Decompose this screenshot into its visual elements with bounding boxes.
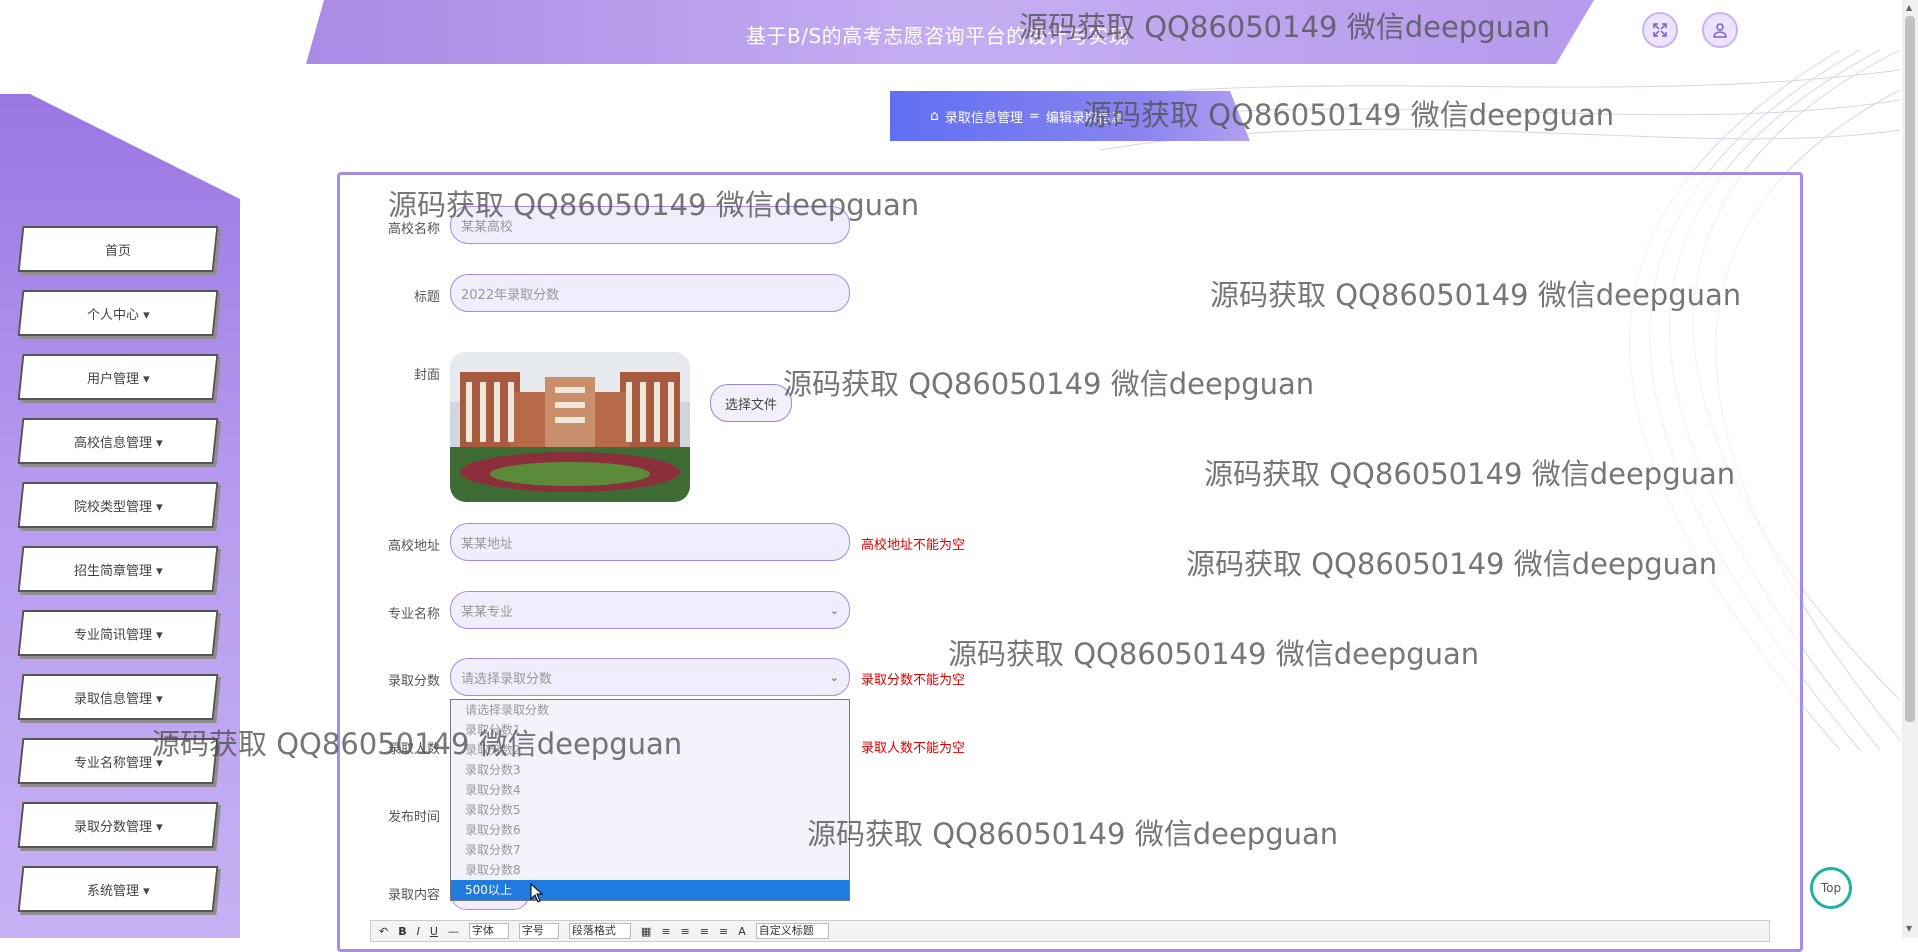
sidebar-item-home[interactable]: 首页 [17,226,219,272]
mouse-cursor-icon [530,883,544,903]
dropdown-option[interactable]: 请选择录取分数 [451,700,849,720]
back-to-top-button[interactable]: Top [1810,867,1852,909]
choose-file-button[interactable]: 选择文件 [710,384,792,422]
custom-title-select[interactable]: 自定义标题 [755,923,829,939]
bold-icon[interactable]: B [398,925,406,938]
sidebar-item-label: 高校信息管理 ▾ [73,435,163,451]
score-select[interactable]: 请选择录取分数 ⌄ [450,658,850,696]
underline-icon[interactable]: U [430,925,438,938]
title-label: 标题 [413,290,440,305]
dropdown-option[interactable]: 录取分数5 [451,800,849,820]
count-error: 录取人数不能为空 [861,741,966,756]
table-icon[interactable]: ▦ [641,925,651,938]
sidebar-item-admission-brochure[interactable]: 招生简章管理 ▾ [17,546,219,592]
sidebar-item-school-info[interactable]: 高校信息管理 ▾ [17,418,219,464]
sidebar-item-label: 个人中心 ▾ [86,307,150,323]
watermark: 源码获取 QQ86050149 微信deepguan [1204,457,1736,491]
align-left-icon[interactable]: ≡ [661,925,670,938]
dropdown-option[interactable]: 录取分数4 [451,780,849,800]
sidebar-item-label: 录取分数管理 ▾ [73,819,163,835]
scroll-down-icon[interactable]: ▼ [1906,924,1912,933]
score-placeholder: 请选择录取分数 [461,671,553,687]
major-select[interactable]: 某某专业 ⌄ [450,591,850,629]
dropdown-option[interactable]: 录取分数8 [451,860,849,880]
undo-icon[interactable]: ↶ [379,925,388,938]
cover-label: 封面 [413,368,440,383]
breadcrumb-separator: = [1028,108,1040,124]
scroll-thumb[interactable] [1905,16,1915,722]
breadcrumb-parent[interactable]: 录取信息管理 [945,107,1023,126]
address-label: 高校地址 [387,539,440,554]
watermark: 源码获取 QQ86050149 微信deepguan [1019,10,1551,44]
watermark: 源码获取 QQ86050149 微信deepguan [151,727,683,761]
sidebar-item-label: 专业名称管理 ▾ [73,755,163,771]
hr-icon[interactable]: — [448,925,459,938]
major-value: 某某专业 [461,604,514,620]
user-icon [1713,23,1727,38]
sidebar-item-label: 首页 [104,243,131,259]
dropdown-option-selected[interactable]: 500以上 [451,880,849,900]
justify-icon[interactable]: ≡ [719,925,728,938]
publish-time-label: 发布时间 [387,810,440,825]
content-label: 录取内容 [387,888,440,903]
expand-icon [1653,23,1667,37]
sidebar-item-label: 用户管理 ▾ [86,371,150,387]
sidebar-item-label: 招生简章管理 ▾ [73,563,163,579]
watermark: 源码获取 QQ86050149 微信deepguan [807,817,1339,851]
sidebar-item-admission-info[interactable]: 录取信息管理 ▾ [17,674,219,720]
editor-toolbar: ↶ B I U — 字体 字号 段落格式 ▦ ≡ ≡ ≡ ≡ A 自定义标题 [370,920,1770,942]
title-value: 2022年录取分数 [461,287,560,303]
sidebar-item-major-news[interactable]: 专业简讯管理 ▾ [17,610,219,656]
fullscreen-button[interactable] [1642,12,1678,48]
home-icon[interactable]: ⌂ [930,108,939,124]
align-right-icon[interactable]: ≡ [700,925,709,938]
sidebar-item-admission-score[interactable]: 录取分数管理 ▾ [17,802,219,848]
sidebar-item-label: 录取信息管理 ▾ [73,691,163,707]
dropdown-option[interactable]: 录取分数7 [451,840,849,860]
sidebar-item-system[interactable]: 系统管理 ▾ [17,866,219,912]
watermark: 源码获取 QQ86050149 微信deepguan [783,367,1315,401]
cover-image [450,352,690,502]
sidebar-item-label: 专业简讯管理 ▾ [73,627,163,643]
address-value: 某某地址 [461,536,514,552]
address-input[interactable]: 某某地址 [450,523,850,561]
chevron-down-icon: ⌄ [829,603,839,617]
address-error: 高校地址不能为空 [861,538,966,553]
font-size-select[interactable]: 字号 [518,923,559,939]
scroll-up-icon[interactable]: ▲ [1906,3,1912,12]
italic-icon[interactable]: I [417,925,420,938]
page-scrollbar[interactable]: ▲ ▼ [1902,0,1918,938]
font-color-icon[interactable]: A [738,925,746,938]
sidebar-item-label: 院校类型管理 ▾ [73,499,163,515]
score-label: 录取分数 [387,674,440,689]
dropdown-option[interactable]: 录取分数3 [451,760,849,780]
sidebar-item-label: 系统管理 ▾ [86,883,150,899]
dropdown-option[interactable]: 录取分数6 [451,820,849,840]
sidebar-item-user-management[interactable]: 用户管理 ▾ [17,354,219,400]
align-center-icon[interactable]: ≡ [681,925,690,938]
watermark: 源码获取 QQ86050149 微信deepguan [1186,547,1718,581]
sidebar-item-personal-center[interactable]: 个人中心 ▾ [17,290,219,336]
user-button[interactable] [1702,12,1738,48]
major-label: 专业名称 [387,607,440,622]
font-family-select[interactable]: 字体 [468,923,509,939]
watermark: 源码获取 QQ86050149 微信deepguan [388,188,920,222]
watermark: 源码获取 QQ86050149 微信deepguan [1210,278,1742,312]
paragraph-format-select[interactable]: 段落格式 [568,923,631,939]
title-input[interactable]: 2022年录取分数 [450,274,850,312]
chevron-down-icon: ⌄ [829,670,839,684]
sidebar-item-school-type[interactable]: 院校类型管理 ▾ [17,482,219,528]
watermark: 源码获取 QQ86050149 微信deepguan [1083,98,1615,132]
watermark: 源码获取 QQ86050149 微信deepguan [948,637,1480,671]
